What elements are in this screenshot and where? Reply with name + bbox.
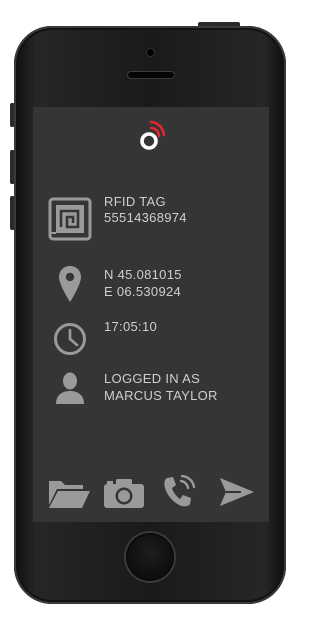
user-icon <box>56 372 84 404</box>
phone-icon[interactable] <box>161 475 197 509</box>
app-logo <box>140 120 165 150</box>
time-text: 17:05:10 <box>104 319 158 334</box>
home-button[interactable] <box>126 533 174 581</box>
longitude-text: E 06.530924 <box>104 284 182 299</box>
rfid-chip-icon <box>48 197 92 241</box>
earpiece-speaker <box>128 72 174 78</box>
folder-icon[interactable] <box>47 477 91 509</box>
rfid-title: RFID TAG <box>104 194 166 209</box>
rfid-value: 55514368974 <box>104 210 187 225</box>
bottom-toolbar <box>33 473 269 513</box>
latitude-text: N 45.081015 <box>104 267 182 282</box>
user-name: MARCUS TAYLOR <box>104 388 218 403</box>
logged-in-label: LOGGED IN AS <box>104 371 201 386</box>
clock-icon <box>54 323 86 355</box>
send-icon[interactable] <box>219 476 255 508</box>
location-pin-icon <box>59 266 81 302</box>
front-camera <box>147 49 154 56</box>
app-screen: RFID TAG 55514368974 N 45.081015 E 06.53… <box>33 107 269 522</box>
device-mockup: RFID TAG 55514368974 N 45.081015 E 06.53… <box>0 0 300 624</box>
camera-icon[interactable] <box>103 477 145 509</box>
